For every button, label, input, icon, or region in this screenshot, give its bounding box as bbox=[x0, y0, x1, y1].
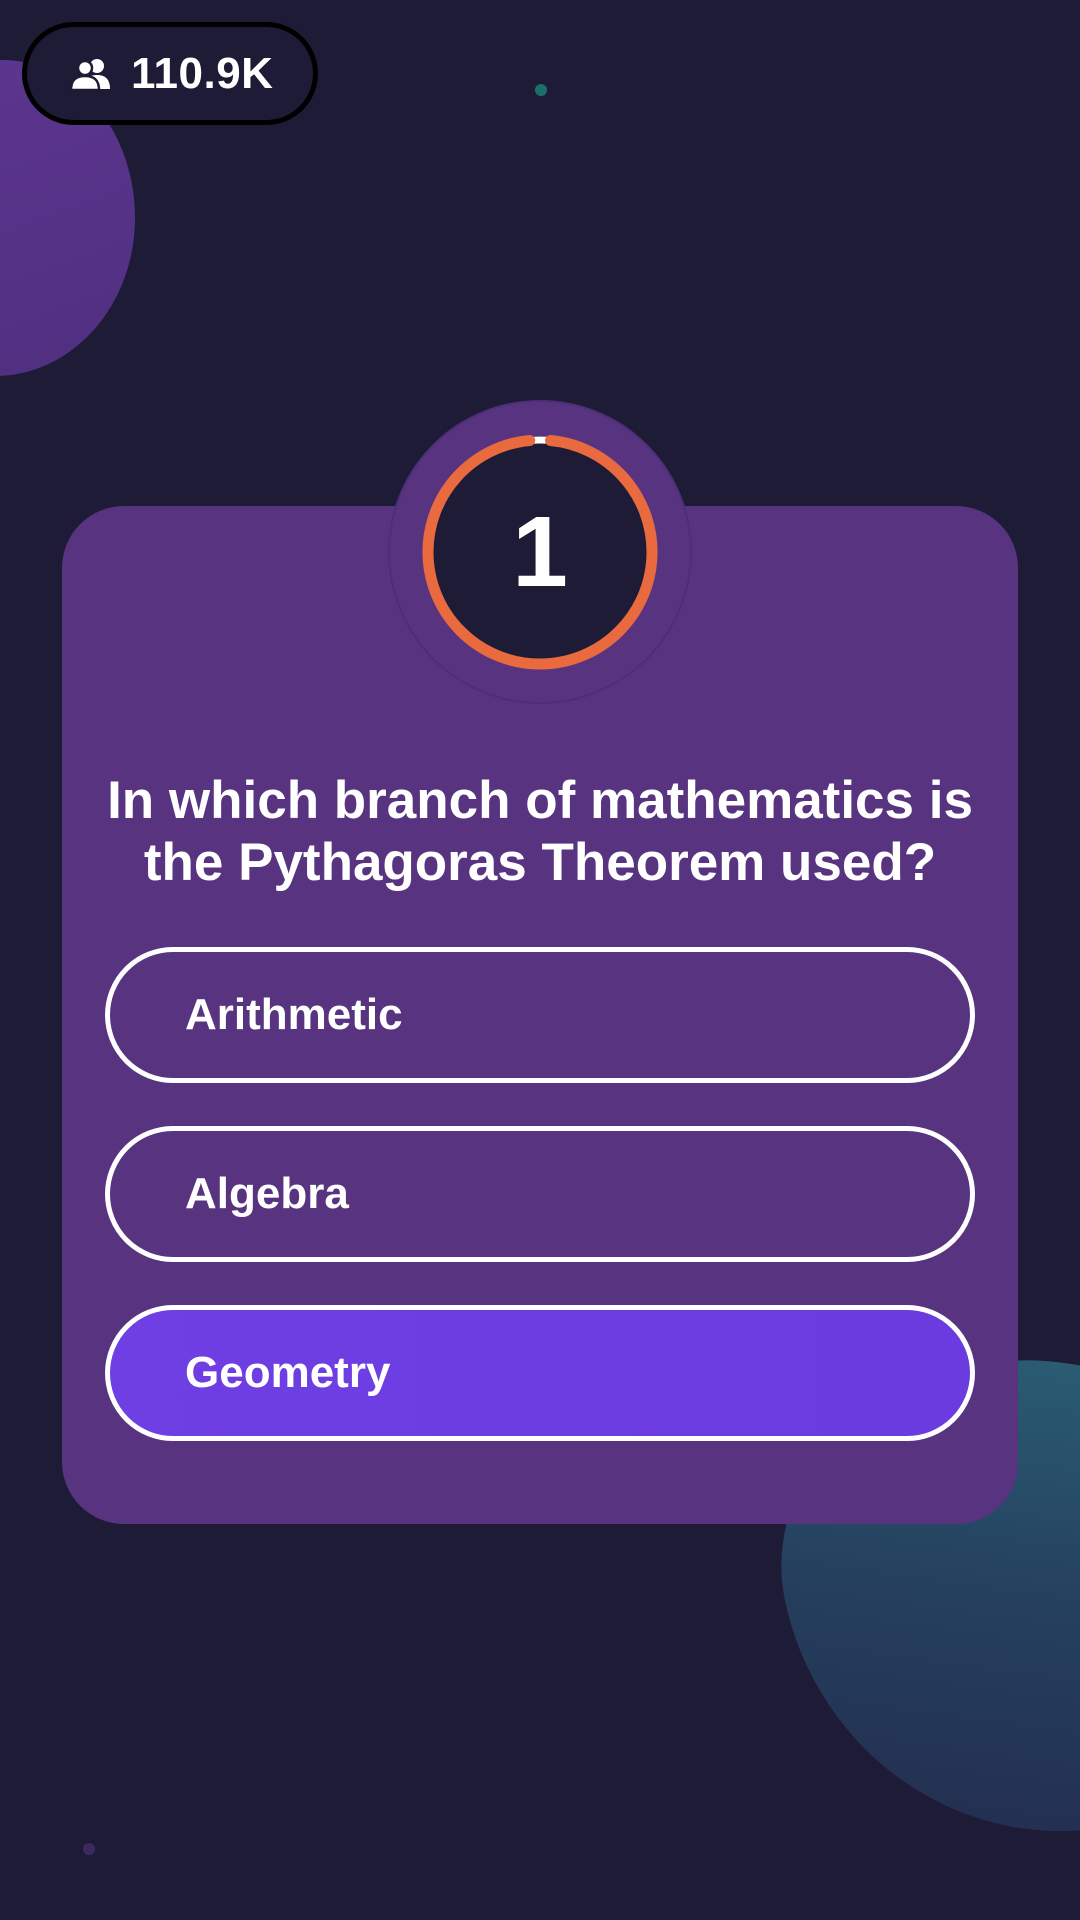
answer-option-label: Arithmetic bbox=[185, 990, 403, 1039]
answer-option-arithmetic[interactable]: Arithmetic bbox=[105, 947, 975, 1083]
decorative-dot bbox=[535, 84, 547, 96]
quiz-screen: 110.9K 1 In which branch of mathematics … bbox=[0, 0, 1080, 1920]
timer-value: 1 bbox=[512, 495, 568, 608]
answer-option-geometry[interactable]: Geometry bbox=[105, 1305, 975, 1441]
decorative-dot bbox=[83, 1843, 95, 1855]
countdown-timer: 1 bbox=[388, 400, 692, 704]
users-icon bbox=[69, 57, 115, 91]
question-text: In which branch of mathematics is the Py… bbox=[107, 771, 973, 892]
viewer-count: 110.9K bbox=[131, 48, 274, 98]
answer-option-label: Geometry bbox=[185, 1348, 391, 1397]
viewer-count-badge: 110.9K bbox=[22, 22, 318, 125]
answer-option-label: Algebra bbox=[185, 1169, 349, 1218]
answer-option-algebra[interactable]: Algebra bbox=[105, 1126, 975, 1262]
